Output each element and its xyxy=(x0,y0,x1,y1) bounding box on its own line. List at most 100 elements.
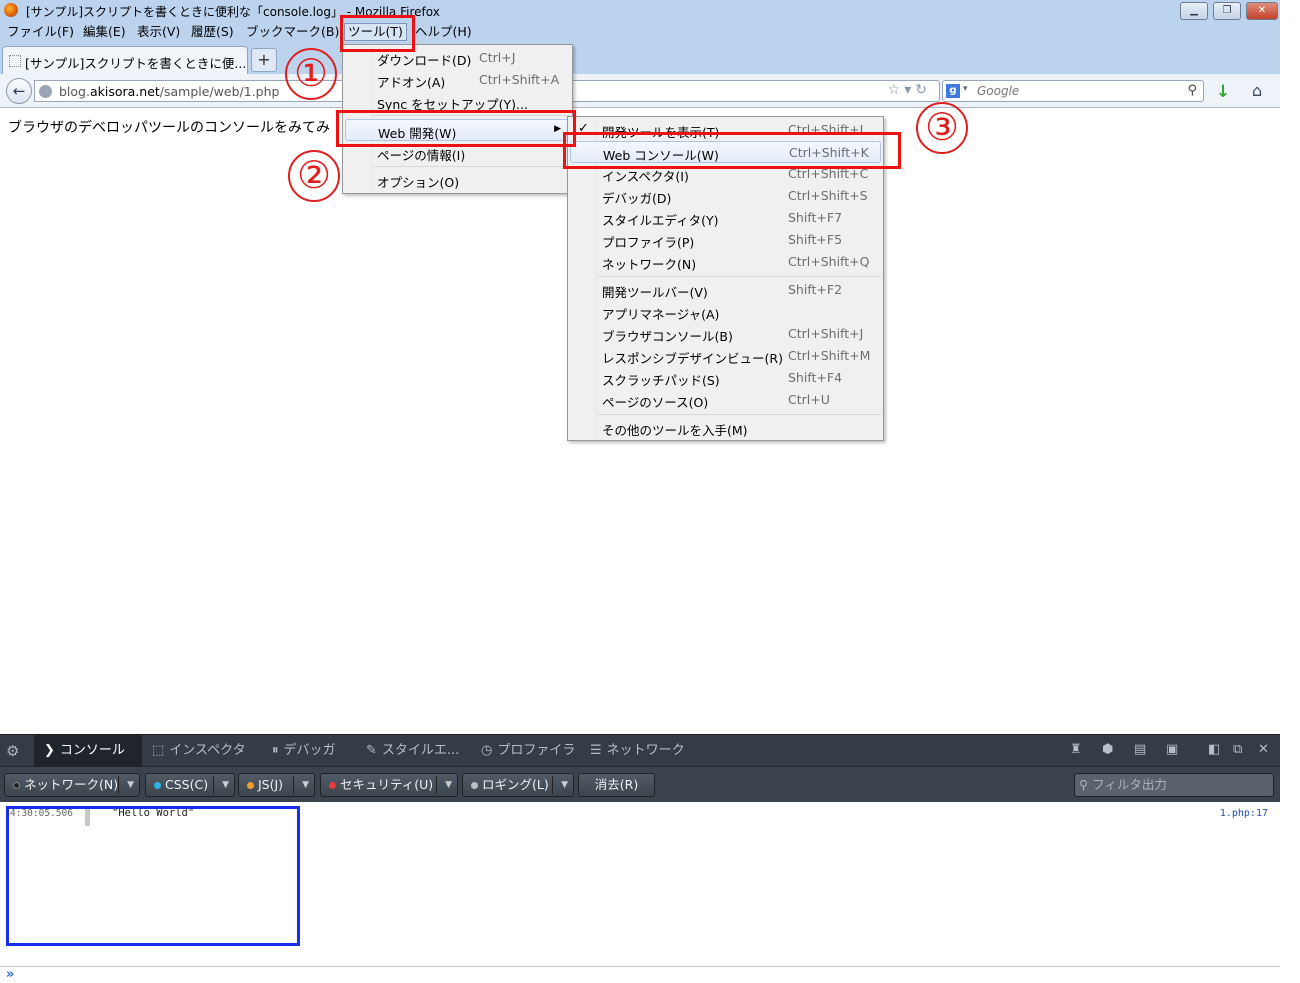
menu-item-shortcut: Ctrl+U xyxy=(788,392,830,407)
menu-item-network[interactable]: ネットワーク(N) Ctrl+Shift+Q xyxy=(568,251,883,273)
firefox-icon xyxy=(4,3,18,17)
devtools-tab-console[interactable]: ❯ コンソール xyxy=(34,735,142,766)
scratchpad-icon[interactable]: ▤ xyxy=(1134,742,1146,757)
menu-item-label: ページのソース(O) xyxy=(602,395,709,410)
google-engine-icon[interactable]: g xyxy=(946,84,960,98)
new-tab-button[interactable]: + xyxy=(251,48,277,72)
annotation-box-tools xyxy=(340,15,415,52)
filter-label: CSS(C) xyxy=(165,777,209,792)
menu-item-label: レスポンシブデザインビュー(R) xyxy=(602,351,783,366)
menu-item-shortcut: Shift+F5 xyxy=(788,232,843,247)
menu-item-label: オプション(O) xyxy=(377,175,460,190)
search-bar[interactable]: g ▾ Google ⚲ xyxy=(942,80,1204,102)
menu-item-responsive-design[interactable]: レスポンシブデザインビュー(R) Ctrl+Shift+M xyxy=(568,345,883,367)
engine-dropdown-icon[interactable]: ▾ xyxy=(963,84,968,94)
menu-help[interactable]: ヘルプ(H) xyxy=(412,23,475,41)
menu-item-developer-toolbar[interactable]: 開発ツールバー(V) Shift+F2 xyxy=(568,279,883,301)
back-button[interactable]: ← xyxy=(6,78,32,104)
tab-label: インスペクタ xyxy=(169,743,246,758)
profiler-icon: ◷ xyxy=(481,743,493,758)
search-placeholder[interactable]: Google xyxy=(977,84,1019,98)
undock-icon[interactable]: ⧉ xyxy=(1233,742,1242,757)
menu-item-shortcut: Ctrl+Shift+Q xyxy=(788,254,870,269)
divider xyxy=(213,776,214,794)
search-icon[interactable]: ⚲ xyxy=(1187,83,1197,98)
dropdown-icon[interactable]: ▼ xyxy=(561,774,568,796)
dropdown-icon[interactable]: ▼ xyxy=(445,774,452,796)
menu-item-page-source[interactable]: ページのソース(O) Ctrl+U xyxy=(568,389,883,411)
console-prompt-icon: » xyxy=(6,967,15,982)
menu-item-label: ダウンロード(D) xyxy=(377,53,472,68)
debugger-icon: ⏸ xyxy=(272,743,279,758)
menu-bar: ファイル(F) 編集(E) 表示(V) 履歴(S) ブックマーク(B) ツール(… xyxy=(0,22,1280,42)
menu-view[interactable]: 表示(V) xyxy=(134,23,183,41)
annotation-step-2: ② xyxy=(288,150,340,202)
home-icon[interactable]: ⌂ xyxy=(1252,81,1262,100)
firefox-window: [サンプル]スクリプトを書くときに便利な「console.log」 - Mozi… xyxy=(0,0,1300,983)
responsive-view-icon[interactable]: ▣ xyxy=(1166,742,1178,757)
menu-item-label: デバッガ(D) xyxy=(602,191,672,206)
filter-logging-button[interactable]: ロギング(L) ▼ xyxy=(462,773,574,797)
dock-side-icon[interactable]: ◧ xyxy=(1208,742,1220,757)
network-dot-icon xyxy=(13,781,20,789)
tab-label: コンソール xyxy=(59,743,125,758)
url-bar-icons[interactable]: ☆▾↻ xyxy=(888,82,931,98)
menu-item-label: ページの情報(I) xyxy=(377,148,466,163)
devtools-tab-debugger[interactable]: ⏸ デバッガ xyxy=(262,735,358,766)
menu-file[interactable]: ファイル(F) xyxy=(4,23,77,41)
annotation-box-web-console xyxy=(563,132,901,169)
clear-console-button[interactable]: 消去(R) xyxy=(578,773,655,797)
menu-edit[interactable]: 編集(E) xyxy=(80,23,129,41)
divider xyxy=(118,776,119,794)
menu-item-get-more-tools[interactable]: その他のツールを入手(M) xyxy=(568,417,883,439)
menu-item-options[interactable]: オプション(O) xyxy=(343,169,572,191)
menu-item-debugger[interactable]: デバッガ(D) Ctrl+Shift+S xyxy=(568,185,883,207)
devtools-close-icon[interactable]: ✕ xyxy=(1258,742,1269,757)
annotation-box-console-output xyxy=(6,806,300,946)
page-text: ブラウザのデベロッパツールのコンソールをみてみ xyxy=(8,120,330,136)
globe-icon xyxy=(39,85,52,98)
menu-item-scratchpad[interactable]: スクラッチパッド(S) Shift+F4 xyxy=(568,367,883,389)
filter-label: セキュリティ(U) xyxy=(340,777,434,792)
devtools-toolbar: ⚙ ❯ コンソール ⬚ インスペクタ ⏸ デバッガ ✎ スタイルエ... ◷ プロファイラ… xyxy=(0,734,1280,766)
settings-gear-icon[interactable]: ⚙ xyxy=(6,742,19,760)
menu-item-shortcut: Shift+F7 xyxy=(788,210,843,225)
url-text[interactable]: blog.akisora.net/sample/web/1.php xyxy=(59,84,279,99)
menu-item-label: プロファイラ(P) xyxy=(602,235,695,250)
url-prefix: blog. xyxy=(59,84,90,99)
filter-network-button[interactable]: ネットワーク(N) ▼ xyxy=(4,773,140,797)
close-button[interactable]: ✕ xyxy=(1246,2,1278,20)
console-icon: ❯ xyxy=(44,743,55,758)
devtools-tab-profiler[interactable]: ◷ プロファイラ xyxy=(471,735,579,766)
filter-security-button[interactable]: セキュリティ(U) ▼ xyxy=(320,773,458,797)
logging-dot-icon xyxy=(471,781,478,789)
dropdown-icon[interactable]: ▼ xyxy=(302,774,309,796)
tab-current[interactable]: [サンプル]スクリプトを書くときに便... xyxy=(2,46,248,74)
menu-item-profiler[interactable]: プロファイラ(P) Shift+F5 xyxy=(568,229,883,251)
menu-item-browser-console[interactable]: ブラウザコンソール(B) Ctrl+Shift+J xyxy=(568,323,883,345)
menu-item-addons[interactable]: アドオン(A) Ctrl+Shift+A xyxy=(343,69,572,91)
menu-item-app-manager[interactable]: アプリマネージャ(A) xyxy=(568,301,883,323)
3d-view-icon[interactable]: ⬢ xyxy=(1102,742,1113,757)
menu-history[interactable]: 履歴(S) xyxy=(188,23,237,41)
split-console-icon[interactable]: ♜ xyxy=(1070,742,1082,757)
log-source-link[interactable]: 1.php:17 xyxy=(1220,808,1268,819)
menu-separator xyxy=(598,414,881,415)
filter-output-input[interactable]: ⚲ フィルタ出力 xyxy=(1074,773,1274,797)
menu-item-label: ブラウザコンソール(B) xyxy=(602,329,733,344)
url-path: /sample/web/1.php xyxy=(159,84,280,99)
console-input[interactable]: » xyxy=(0,966,1280,983)
tab-label: デバッガ xyxy=(283,743,336,758)
devtools-tab-style-editor[interactable]: ✎ スタイルエ... xyxy=(356,735,472,766)
minimize-button[interactable]: ▁ xyxy=(1180,2,1208,20)
menu-item-style-editor[interactable]: スタイルエディタ(Y) Shift+F7 xyxy=(568,207,883,229)
filter-css-button[interactable]: CSS(C) ▼ xyxy=(145,773,235,797)
devtools-tab-inspector[interactable]: ⬚ インスペクタ xyxy=(142,735,254,766)
devtools-tab-network[interactable]: ☰ ネットワーク xyxy=(580,735,692,766)
restore-button[interactable]: ❐ xyxy=(1213,2,1241,20)
download-icon[interactable]: ↓ xyxy=(1216,82,1230,102)
menu-bookmarks[interactable]: ブックマーク(B) xyxy=(243,23,342,41)
filter-js-button[interactable]: JS(J) ▼ xyxy=(238,773,315,797)
dropdown-icon[interactable]: ▼ xyxy=(222,774,229,796)
dropdown-icon[interactable]: ▼ xyxy=(127,774,134,796)
